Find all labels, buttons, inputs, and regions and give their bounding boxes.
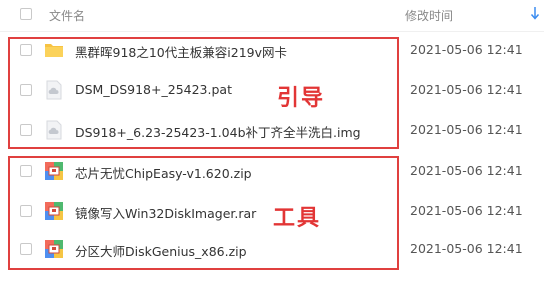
file-modified-time: 2021-05-06 12:41 [410,42,523,57]
annotation-label-tools: 工具 [273,206,322,231]
annotation-box-boot [8,37,399,149]
file-modified-time: 2021-05-06 12:41 [410,82,523,97]
select-all-checkbox[interactable] [20,8,32,20]
column-header-name[interactable]: 文件名 [49,7,85,24]
file-list-header: 文件名 修改时间 [0,0,544,32]
annotation-box-tools [8,156,399,270]
file-modified-time: 2021-05-06 12:41 [410,241,523,256]
file-modified-time: 2021-05-06 12:41 [410,163,523,178]
column-header-modified-time[interactable]: 修改时间 [405,7,453,24]
annotation-label-boot: 引导 [277,86,326,111]
file-modified-time: 2021-05-06 12:41 [410,122,523,137]
file-modified-time: 2021-05-06 12:41 [410,203,523,218]
sort-down-arrow-icon[interactable] [530,6,540,20]
